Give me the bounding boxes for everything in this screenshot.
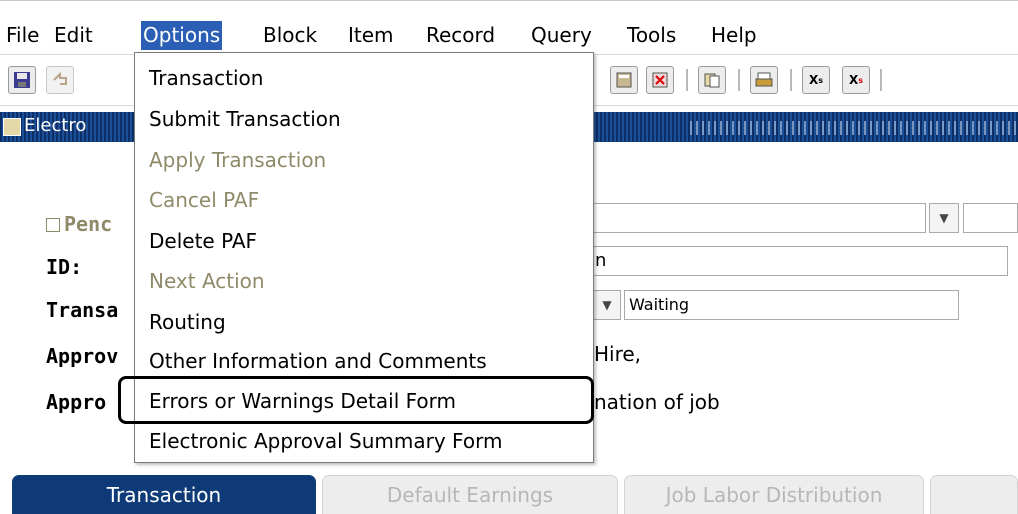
print-icon[interactable] xyxy=(750,66,778,94)
highlight-annotation xyxy=(118,376,594,424)
title-bar-pattern xyxy=(690,121,1018,135)
menu-item-other-information[interactable]: Other Information and Comments xyxy=(149,345,487,377)
transaction-label: Transa xyxy=(46,298,119,322)
menu-item-submit-transaction[interactable]: Submit Transaction xyxy=(149,103,341,135)
menu-options[interactable]: Options xyxy=(141,21,223,50)
window-title: Electro xyxy=(24,115,87,136)
approval-value-1: Hire, xyxy=(594,342,642,366)
calculator-icon[interactable] xyxy=(610,66,638,94)
pending-label: Penc xyxy=(46,212,112,236)
pending-extra-field[interactable] xyxy=(963,203,1018,233)
status-field[interactable]: Waiting xyxy=(624,290,959,320)
menu-item-electronic-approval-summary[interactable]: Electronic Approval Summary Form xyxy=(149,425,502,457)
menu-help[interactable]: Help xyxy=(709,21,759,50)
tab-transaction[interactable]: Transaction xyxy=(12,475,316,514)
form-icon xyxy=(3,118,21,136)
menu-item-delete-paf[interactable]: Delete PAF xyxy=(149,225,257,257)
pending-text: Penc xyxy=(64,212,113,236)
approval-value-2: nation of job xyxy=(594,390,720,414)
approval-label-1: Approv xyxy=(46,344,119,368)
save-icon[interactable] xyxy=(8,66,36,94)
rollback-icon[interactable] xyxy=(46,66,74,94)
x-sub-icon[interactable]: Xs xyxy=(802,66,830,94)
copy-icon[interactable] xyxy=(698,66,726,94)
id-label: ID: xyxy=(46,255,83,279)
menu-bar: File Edit Options Block Item Record Quer… xyxy=(0,0,1018,50)
chevron-down-icon[interactable]: ▼ xyxy=(929,203,959,233)
menu-item-cancel-paf[interactable]: Cancel PAF xyxy=(149,184,259,216)
pending-checkbox[interactable] xyxy=(46,218,60,232)
menu-edit[interactable]: Edit xyxy=(52,21,95,50)
menu-item-routing[interactable]: Routing xyxy=(149,306,226,338)
remove-record-icon[interactable] xyxy=(646,66,674,94)
tab-more[interactable] xyxy=(930,475,1018,514)
menu-item-apply-transaction[interactable]: Apply Transaction xyxy=(149,144,326,176)
id-field[interactable]: n xyxy=(590,246,1008,276)
menu-item-transaction[interactable]: Transaction xyxy=(149,62,263,94)
menu-record[interactable]: Record xyxy=(424,21,497,50)
menu-item-next-action[interactable]: Next Action xyxy=(149,265,265,297)
menu-tools[interactable]: Tools xyxy=(625,21,678,50)
menu-query[interactable]: Query xyxy=(529,21,594,50)
menu-block[interactable]: Block xyxy=(261,21,319,50)
status-dropdown-icon[interactable]: ▼ xyxy=(593,290,621,320)
tab-job-labor-distribution[interactable]: Job Labor Distribution xyxy=(624,475,924,514)
x-sup-icon[interactable]: Xs xyxy=(842,66,870,94)
approval-label-2: Appro xyxy=(46,390,107,414)
pending-field[interactable] xyxy=(590,203,926,233)
tab-default-earnings[interactable]: Default Earnings xyxy=(322,475,618,514)
menu-file[interactable]: File xyxy=(4,21,41,50)
menu-item[interactable]: Item xyxy=(346,21,396,50)
